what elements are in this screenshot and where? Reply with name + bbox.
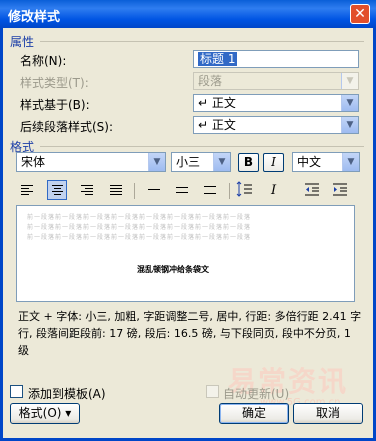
name-value: 标题 1	[198, 52, 238, 66]
title-bar: 修改样式 ✕	[0, 0, 376, 28]
window-title: 修改样式	[8, 10, 61, 25]
based-on-select[interactable]: ↵ 正文 ▼	[193, 94, 359, 112]
italic-button[interactable]: I	[263, 153, 284, 172]
add-to-template-checkbox[interactable]	[10, 385, 23, 398]
italic-icon: I	[270, 183, 277, 198]
style-type-select: 段落 ▼	[193, 72, 359, 90]
chevron-down-icon[interactable]: ▼	[341, 95, 358, 111]
indent-icon	[333, 183, 347, 196]
name-label: 名称(N):	[20, 54, 67, 68]
chevron-down-icon[interactable]: ▼	[342, 153, 359, 171]
cancel-button[interactable]: 取消	[293, 403, 363, 424]
style-preview: 前一段落前一段落前一段落前一段落前一段落前一段落前一段落前一段落 前一段落前一段…	[16, 205, 355, 302]
add-to-template-label: 添加到模板(A)	[28, 387, 106, 401]
align-center-button[interactable]	[47, 180, 67, 200]
font-value: 宋体	[21, 155, 46, 169]
justify-button[interactable]	[106, 180, 126, 200]
name-input[interactable]: 标题 1	[193, 50, 359, 68]
decrease-indent-button[interactable]	[303, 180, 323, 200]
next-style-select[interactable]: ↵ 正文 ▼	[193, 116, 359, 134]
chevron-down-icon[interactable]: ▼	[213, 153, 230, 171]
language-select[interactable]: 中文 ▼	[292, 152, 360, 172]
properties-section-label: 属性	[10, 35, 35, 49]
chevron-down-icon: ▼	[341, 73, 358, 89]
paragraph-mark-icon: ↵	[198, 96, 209, 110]
font-select[interactable]: 宋体 ▼	[16, 152, 166, 172]
toolbar-separator	[134, 183, 135, 199]
style-type-value: 段落	[198, 74, 223, 88]
ok-button[interactable]: 确定	[219, 403, 289, 424]
bold-button[interactable]: B	[238, 153, 259, 172]
increase-indent-button[interactable]	[331, 180, 351, 200]
preview-ghost-text: 前一段落前一段落前一段落前一段落前一段落前一段落前一段落前一段落	[27, 224, 252, 231]
next-style-value: 正文	[211, 118, 236, 132]
font-size-value: 小三	[176, 155, 201, 169]
align-right-button[interactable]	[77, 180, 97, 200]
toolbar-separator	[229, 183, 230, 199]
preview-ghost-text: 前一段落前一段落前一段落前一段落前一段落前一段落前一段落前一段落	[27, 234, 252, 241]
font-size-select[interactable]: 小三 ▼	[171, 152, 231, 172]
align-left-button[interactable]	[17, 180, 37, 200]
preview-sample-text: 混乱顿钢冲给条袋文	[137, 265, 209, 274]
based-on-label: 样式基于(B):	[20, 98, 90, 112]
line-spacing-1.5-button[interactable]	[172, 180, 192, 200]
outdent-icon	[305, 183, 319, 196]
format-menu-button[interactable]: 格式(O) ▾	[10, 403, 80, 424]
chevron-down-icon[interactable]: ▼	[148, 153, 165, 171]
style-description: 正文 + 字体: 小三, 加粗, 字距调整二号, 居中, 行距: 多倍行距 2.…	[18, 310, 362, 357]
italic-indent-button[interactable]: I	[265, 180, 285, 200]
language-value: 中文	[297, 155, 322, 169]
auto-update-label: 自动更新(U)	[223, 387, 290, 401]
line-spacing-double-button[interactable]	[200, 180, 220, 200]
format-divider	[40, 146, 364, 147]
style-type-label: 样式类型(T):	[20, 76, 89, 90]
spacing-icon	[236, 181, 252, 197]
next-style-label: 后续段落样式(S):	[20, 120, 114, 134]
line-spacing-single-button[interactable]	[144, 180, 164, 200]
paragraph-spacing-button[interactable]	[236, 180, 256, 200]
chevron-down-icon[interactable]: ▼	[341, 117, 358, 133]
paragraph-mark-icon: ↵	[198, 118, 209, 132]
properties-divider	[40, 41, 364, 42]
close-button[interactable]: ✕	[350, 4, 370, 24]
auto-update-checkbox	[206, 385, 219, 398]
preview-ghost-text: 前一段落前一段落前一段落前一段落前一段落前一段落前一段落前一段落	[27, 214, 252, 221]
svg-text:I: I	[270, 183, 277, 198]
based-on-value: 正文	[211, 96, 236, 110]
